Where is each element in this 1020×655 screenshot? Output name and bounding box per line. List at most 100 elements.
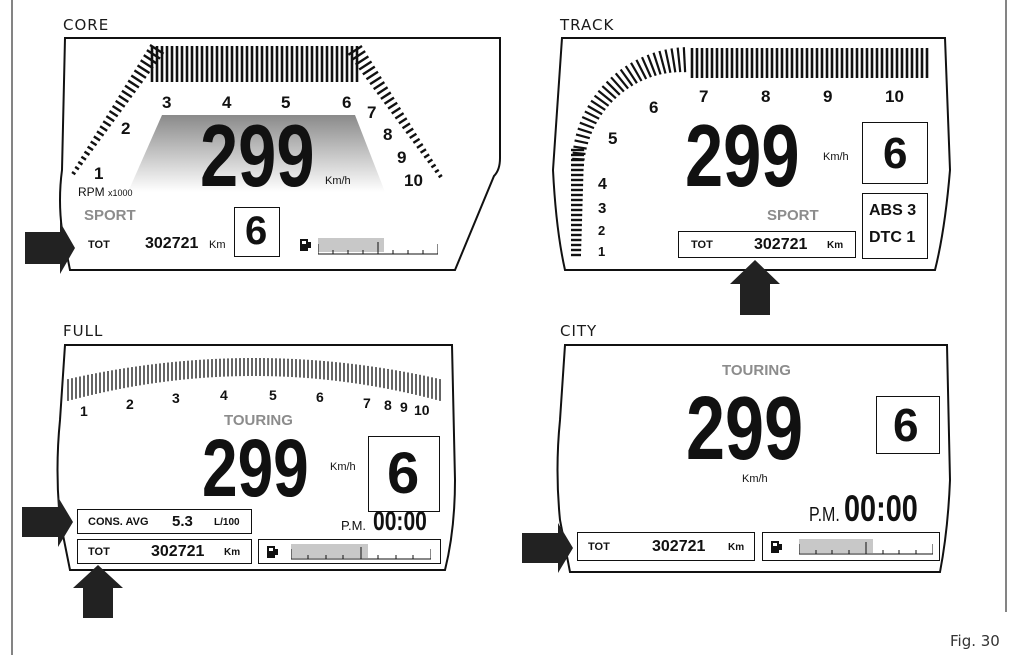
track-odo-value: 302721 — [754, 236, 808, 253]
full-rpm-tick: 6 — [316, 389, 324, 405]
full-cons-unit: L/100 — [214, 517, 240, 528]
track-title: TRACK — [560, 16, 615, 34]
rpm-segment — [71, 170, 77, 176]
city-clock-value: 00:00 — [844, 488, 918, 529]
track-rpm-tick: 9 — [823, 87, 833, 106]
city-title: CITY — [560, 322, 598, 340]
rpm-segment — [437, 173, 443, 179]
rpm-segment — [108, 110, 119, 118]
rpm-segment — [102, 120, 112, 128]
rpm-segment — [573, 145, 587, 150]
rpm-segment — [136, 64, 151, 75]
core-rpm-tick: 8 — [383, 125, 393, 144]
city-speed-value: 299 — [686, 379, 804, 479]
rpm-segment — [358, 60, 373, 71]
rpm-segment — [575, 133, 591, 140]
track-abs-dtc-box: ABS 3 DTC 1 — [862, 193, 928, 259]
full-gear-box: 6 — [368, 436, 440, 512]
rpm-segment — [115, 99, 126, 108]
track-odo-unit: Km — [827, 240, 844, 251]
full-fuel-gauge — [265, 543, 435, 561]
rpm-segment — [80, 155, 87, 161]
track-odo-label: TOT — [691, 239, 713, 251]
full-fuel-box — [258, 539, 441, 564]
track-mode-label: SPORT — [767, 207, 819, 224]
core-rpm-tick: 7 — [367, 103, 377, 122]
track-gear-box: 6 — [862, 122, 928, 184]
full-rpm-tick: 9 — [400, 399, 408, 415]
city-speed-unit: Km/h — [742, 473, 768, 485]
full-clock-value: 00:00 — [373, 506, 427, 536]
rpm-segment — [572, 157, 585, 161]
full-rpm-tick: 1 — [80, 403, 88, 419]
core-odo-value: 302721 — [145, 235, 199, 252]
track-speed-unit: Km/h — [823, 151, 849, 163]
city-fuel-gauge — [769, 538, 935, 556]
track-rpm-tick: 6 — [649, 98, 659, 117]
rpm-segment — [664, 49, 672, 73]
rpm-segment — [670, 48, 677, 73]
core-fuel-gauge — [298, 236, 440, 256]
city-odo-box: TOT 302721 Km — [577, 532, 755, 561]
fuel-pump-icon — [771, 541, 782, 553]
track-abs-value: ABS 3 — [869, 202, 917, 219]
core-mode-label: SPORT — [84, 207, 136, 224]
full-rpm-tick: 4 — [220, 387, 228, 403]
rpm-segment — [581, 116, 597, 125]
rpm-segment — [423, 153, 430, 159]
rpm-segment — [93, 135, 101, 142]
rpm-segment — [83, 150, 91, 156]
full-rpm-tick: 3 — [172, 390, 180, 406]
rpm-segment — [405, 127, 414, 135]
rpm-segment — [577, 127, 593, 135]
rpm-segment — [124, 84, 137, 94]
full-cons-box: CONS. AVG 5.3 L/100 — [77, 509, 252, 534]
core-rpm-tick: 1 — [94, 164, 104, 183]
core-rpm-tick: 6 — [342, 93, 352, 112]
rpm-segment — [579, 121, 595, 130]
rpm-segment — [676, 47, 682, 73]
full-title: FULL — [63, 322, 104, 340]
full-speed-unit: Km/h — [330, 461, 356, 473]
full-clock-ampm: P.M. — [341, 518, 367, 533]
rpm-segment — [658, 50, 667, 74]
city-odo-unit: Km — [728, 542, 745, 553]
track-gear-value: 6 — [883, 129, 908, 178]
rpm-segment — [133, 69, 147, 79]
track-rpm-tick: 10 — [885, 87, 904, 106]
rpm-segment — [412, 137, 421, 144]
core-odo-label: TOT — [88, 239, 110, 251]
rpm-segment — [430, 163, 437, 169]
track-rpm-tick: 5 — [608, 129, 618, 148]
figure-label: Fig. 30 — [950, 632, 1000, 650]
rpm-segment — [365, 70, 379, 81]
rpm-segment — [130, 74, 144, 84]
city-odo-label: TOT — [588, 541, 610, 553]
track-odo-box: TOT 302721 Km — [678, 231, 856, 258]
full-rpm-tick: 8 — [384, 397, 392, 413]
track-odo-arrow — [730, 260, 780, 315]
core-odo-arrow — [25, 222, 75, 274]
rpm-segment — [383, 96, 395, 105]
core-rpm-tick: 3 — [162, 93, 172, 112]
rpm-segment — [387, 101, 398, 110]
rpm-segment — [118, 94, 129, 103]
rpm-segment — [572, 151, 586, 156]
full-gear-value: 6 — [387, 441, 420, 506]
track-rpm-tick: 2 — [598, 223, 606, 238]
rpm-segment — [111, 104, 122, 113]
rpm-segment — [394, 112, 405, 120]
rpm-segment — [121, 89, 133, 99]
full-speed-value: 299 — [202, 423, 309, 514]
full-rpm-tick: 2 — [126, 396, 134, 412]
city-gear-value: 6 — [893, 399, 919, 451]
city-fuel-box — [762, 532, 940, 561]
rpm-segment — [90, 140, 98, 147]
rpm-segment — [105, 115, 115, 123]
track-rpm-tick: 1 — [598, 244, 606, 259]
core-title: CORE — [63, 16, 110, 34]
full-odo-box: TOT 302721 Km — [77, 539, 252, 564]
full-rpm-tick: 5 — [269, 387, 277, 403]
core-gear-value: 6 — [245, 209, 268, 253]
rpm-segment — [409, 132, 418, 140]
